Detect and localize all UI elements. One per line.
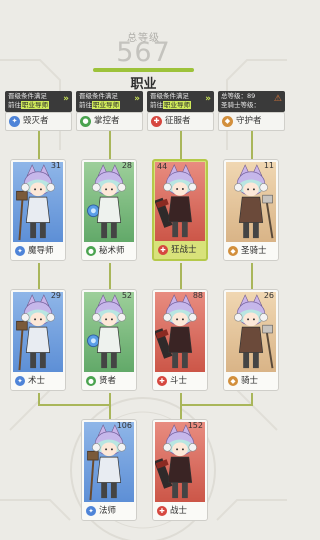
staff-icon: ✦: [9, 116, 20, 127]
character-portrait: [155, 292, 205, 372]
staff-icon: ✦: [86, 506, 96, 516]
class-name: 战士: [170, 506, 188, 516]
class-name: 术士: [28, 376, 46, 386]
staff-icon: ✦: [15, 376, 25, 386]
class-card[interactable]: 152 ✚ 战士: [152, 419, 208, 521]
connector-line: [180, 131, 182, 159]
connector-line: [38, 263, 40, 289]
connector-line: [109, 131, 111, 159]
class-card[interactable]: 11 ◆ 圣骑士: [223, 159, 279, 261]
shield-icon: ◆: [228, 246, 238, 256]
staff-icon: ✦: [15, 246, 25, 256]
class-level: 31: [50, 161, 61, 170]
class-chip-guardian[interactable]: ◆ 守护者: [218, 112, 285, 131]
advance-arrow-icon: »: [63, 94, 69, 104]
class-name: 斗士: [170, 376, 188, 386]
requirement-box-guardian: 总等级：89 圣骑士等级： ⚠: [218, 91, 285, 112]
connector-line: [180, 263, 182, 289]
class-level: 52: [121, 291, 132, 300]
character-portrait: [84, 292, 134, 372]
orb-icon: ●: [86, 376, 96, 386]
class-name-bar: ✦ 术士: [11, 372, 65, 390]
class-card[interactable]: 29 ✦ 术士: [10, 289, 66, 391]
class-card[interactable]: 31 ✦ 魔导师: [10, 159, 66, 261]
connector-line: [109, 404, 111, 419]
axe-icon: ✚: [157, 376, 167, 386]
class-name-bar: ◆ 圣骑士: [224, 242, 278, 260]
requirement-box-destroyer[interactable]: 晋级条件满足 前往职业导师 »: [5, 91, 72, 112]
requirement-box-controller[interactable]: 晋级条件满足 前往职业导师 »: [76, 91, 143, 112]
page-title: 职业: [130, 77, 157, 92]
class-name: 秘术师: [99, 246, 125, 256]
class-level: 88: [192, 291, 203, 300]
axe-icon: ✚: [151, 116, 162, 127]
class-card[interactable]: 28 ● 秘术师: [81, 159, 137, 261]
connector-line: [38, 404, 111, 406]
connector-line: [251, 131, 253, 159]
class-card[interactable]: 26 ◆ 骑士: [223, 289, 279, 391]
class-name-bar: ✚ 斗士: [153, 372, 207, 390]
orb-icon: ●: [80, 116, 91, 127]
shield-icon: ◆: [228, 376, 238, 386]
character-portrait: [13, 292, 63, 372]
class-chip-destroyer[interactable]: ✦ 毁灭者: [5, 112, 72, 131]
class-name-bar: ● 贤者: [82, 372, 136, 390]
class-name-bar: ✦ 魔导师: [11, 242, 65, 260]
lock-icon: ⚠: [273, 94, 282, 104]
class-chip-conqueror[interactable]: ✚ 征服者: [147, 112, 214, 131]
class-level: 26: [263, 291, 274, 300]
requirement-box-conqueror[interactable]: 晋级条件满足 前往职业导师 »: [147, 91, 214, 112]
class-name-bar: ✚ 战士: [153, 502, 207, 520]
class-card[interactable]: 106 ✦ 法师: [81, 419, 137, 521]
mentor-link[interactable]: 职业导师: [92, 101, 120, 109]
character-portrait: [226, 162, 276, 242]
class-chip-controller[interactable]: ● 掌控者: [76, 112, 143, 131]
class-level: 29: [50, 291, 61, 300]
class-name-bar: ◆ 骑士: [224, 372, 278, 390]
character-portrait: [155, 162, 205, 241]
class-level: 11: [263, 161, 274, 170]
class-name: 狂战士: [171, 245, 197, 255]
axe-icon: ✚: [158, 245, 168, 255]
class-card[interactable]: 88 ✚ 斗士: [152, 289, 208, 391]
class-level: 152: [187, 421, 203, 430]
class-name: 骑士: [241, 376, 259, 386]
class-name-bar: ● 秘术师: [82, 242, 136, 260]
class-name-bar: ✦ 法师: [82, 502, 136, 520]
class-card[interactable]: 44 ✚ 狂战士: [152, 159, 208, 261]
class-level: 44: [157, 162, 168, 171]
class-card[interactable]: 52 ● 贤者: [81, 289, 137, 391]
connector-line: [251, 263, 253, 289]
character-portrait: [84, 422, 134, 502]
class-name: 贤者: [99, 376, 117, 386]
character-portrait: [84, 162, 134, 242]
class-level: 28: [121, 161, 132, 170]
advance-arrow-icon: »: [205, 94, 211, 104]
class-name-bar: ✚ 狂战士: [154, 241, 206, 259]
title-accent-bar: [93, 68, 194, 72]
character-portrait: [155, 422, 205, 502]
connector-line: [180, 404, 182, 419]
total-level-value: 567: [116, 37, 171, 68]
class-name: 魔导师: [28, 246, 54, 256]
mentor-link[interactable]: 职业导师: [21, 101, 49, 109]
character-portrait: [226, 292, 276, 372]
class-level: 106: [116, 421, 132, 430]
class-name: 法师: [99, 506, 117, 516]
advance-arrow-icon: »: [134, 94, 140, 104]
orb-icon: ●: [86, 246, 96, 256]
connector-line: [180, 404, 253, 406]
character-portrait: [13, 162, 63, 242]
shield-icon: ◆: [222, 116, 233, 127]
class-name: 圣骑士: [241, 246, 267, 256]
connector-line: [109, 263, 111, 289]
connector-line: [38, 131, 40, 159]
mentor-link[interactable]: 职业导师: [163, 101, 191, 109]
axe-icon: ✚: [157, 506, 167, 516]
